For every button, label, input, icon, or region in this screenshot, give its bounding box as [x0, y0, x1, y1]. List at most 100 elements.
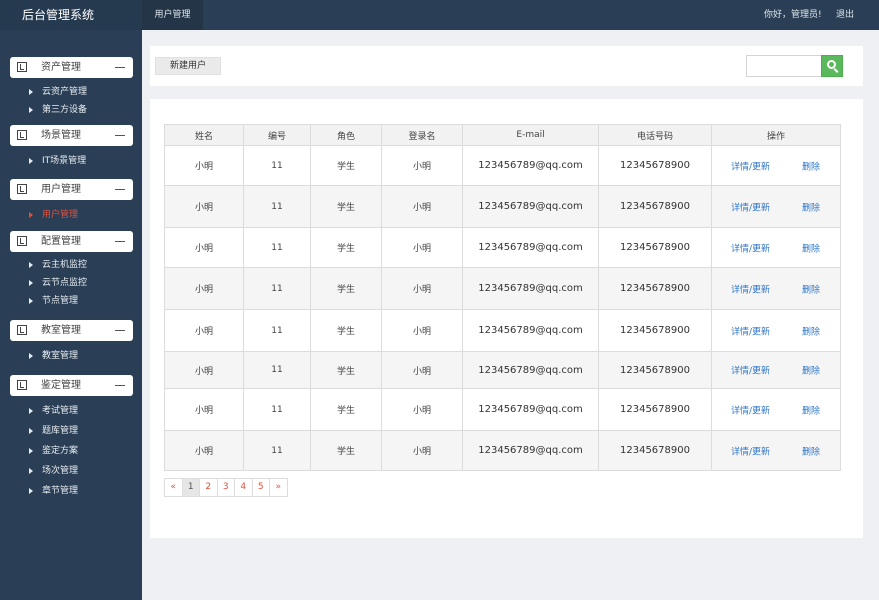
cell-phone: 12345678900	[598, 185, 712, 228]
delete-link[interactable]: 删除	[802, 282, 820, 295]
menu-group-icon	[17, 184, 27, 194]
collapse-icon[interactable]	[115, 135, 125, 136]
sidebar-group-5[interactable]: 鉴定管理	[10, 375, 133, 396]
collapse-icon[interactable]	[115, 241, 125, 242]
sidebar-group-0[interactable]: 资产管理	[10, 57, 133, 78]
cell-name: 小明	[164, 185, 244, 228]
pagination: «1 2 3 4 5»	[164, 478, 288, 497]
edit-link[interactable]: 详情/更新	[731, 403, 770, 416]
table-panel: 姓名 编号 角色 登录名 E-mail 电话号码 操作 小明 11 学生 小明 123456789@…	[150, 99, 863, 538]
search-input[interactable]	[746, 55, 822, 77]
sidebar-item[interactable]: 云主机监控	[29, 257, 87, 273]
edit-link[interactable]: 详情/更新	[731, 282, 770, 295]
column-header: 编号	[243, 124, 311, 146]
cell-role: 学生	[310, 309, 382, 352]
logout-link[interactable]: 退出	[836, 0, 854, 30]
delete-link[interactable]: 删除	[802, 159, 820, 172]
delete-link[interactable]: 删除	[802, 241, 820, 254]
sidebar-group-label: 鉴定管理	[41, 380, 81, 391]
cell-login: 小明	[381, 388, 463, 431]
page-button[interactable]: 5	[251, 478, 270, 497]
sidebar-group-3[interactable]: 配置管理	[10, 231, 133, 252]
toolbar-panel: 新建用户	[150, 46, 863, 86]
cell-phone: 12345678900	[598, 430, 712, 471]
cell-email: 123456789@qq.com	[462, 351, 599, 389]
sidebar-item[interactable]: 考试管理	[29, 403, 78, 419]
sidebar-item[interactable]: 鉴定方案	[29, 443, 78, 459]
new-user-button[interactable]: 新建用户	[155, 57, 221, 75]
sidebar-item-label: 云主机监控	[42, 260, 88, 270]
sidebar-item[interactable]: 云节点监控	[29, 275, 87, 291]
delete-link[interactable]: 删除	[802, 444, 820, 457]
prev-page-button[interactable]: «	[164, 478, 183, 497]
collapse-icon[interactable]	[115, 67, 125, 68]
cell-login: 小明	[381, 351, 463, 389]
sidebar-group-1[interactable]: 场景管理	[10, 125, 133, 146]
cell-login: 小明	[381, 145, 463, 186]
sidebar-item[interactable]: 题库管理	[29, 423, 78, 439]
edit-link[interactable]: 详情/更新	[731, 241, 770, 254]
delete-link[interactable]: 删除	[802, 364, 820, 377]
sidebar-item[interactable]: 场次管理	[29, 463, 78, 479]
table-header-row: 姓名 编号 角色 登录名 E-mail 电话号码 操作	[164, 124, 841, 146]
sidebar-item[interactable]: 章节管理	[29, 483, 78, 499]
search-button[interactable]	[821, 55, 843, 77]
page-button[interactable]: 2	[199, 478, 218, 497]
column-header: E-mail	[462, 124, 599, 146]
cell-name: 小明	[164, 309, 244, 352]
sidebar-item[interactable]: 第三方设备	[29, 102, 87, 118]
sidebar-group-2[interactable]: 用户管理	[10, 179, 133, 200]
edit-link[interactable]: 详情/更新	[731, 200, 770, 213]
app-title: 后台管理系统	[0, 0, 142, 30]
cell-id: 11	[243, 267, 311, 310]
cell-actions: 详情/更新 删除	[711, 351, 841, 389]
cell-phone: 12345678900	[598, 351, 712, 389]
edit-link[interactable]: 详情/更新	[731, 159, 770, 172]
table-row: 小明 11 学生 小明 123456789@qq.com 12345678900 详情/更新…	[164, 388, 841, 431]
cell-actions: 详情/更新 删除	[711, 267, 841, 310]
sidebar-group-label: 用户管理	[41, 184, 81, 195]
sidebar-group-label: 场景管理	[41, 130, 81, 141]
sidebar-item-label: 场次管理	[42, 466, 79, 476]
table-row: 小明 11 学生 小明 123456789@qq.com 12345678900 详情/更新…	[164, 351, 841, 389]
sidebar-item-label: 用户管理	[42, 210, 79, 220]
tab-user-management[interactable]: 用户管理	[142, 0, 203, 30]
sidebar-item[interactable]: 用户管理	[29, 207, 78, 223]
sidebar-item[interactable]: 节点管理	[29, 293, 78, 309]
sidebar-item-label: 云资产管理	[42, 87, 88, 97]
sidebar-item[interactable]: IT场景管理	[29, 153, 86, 169]
menu-group-icon	[17, 236, 27, 246]
delete-link[interactable]: 删除	[802, 200, 820, 213]
delete-link[interactable]: 删除	[802, 324, 820, 337]
collapse-icon[interactable]	[115, 189, 125, 190]
page-button[interactable]: 3	[216, 478, 235, 497]
edit-link[interactable]: 详情/更新	[731, 364, 770, 377]
greeting-text: 你好，管理员!	[764, 10, 822, 20]
collapse-icon[interactable]	[115, 330, 125, 331]
cell-role: 学生	[310, 430, 382, 471]
edit-link[interactable]: 详情/更新	[731, 324, 770, 337]
cell-name: 小明	[164, 351, 244, 389]
sidebar-item-label: IT场景管理	[42, 156, 87, 166]
table-row: 小明 11 学生 小明 123456789@qq.com 12345678900 详情/更新…	[164, 430, 841, 471]
cell-id: 11	[243, 309, 311, 352]
cell-id: 11	[243, 145, 311, 186]
edit-link[interactable]: 详情/更新	[731, 444, 770, 457]
table-row: 小明 11 学生 小明 123456789@qq.com 12345678900 详情/更新…	[164, 309, 841, 352]
cell-name: 小明	[164, 227, 244, 268]
delete-link[interactable]: 删除	[802, 403, 820, 416]
page-button[interactable]: 4	[234, 478, 253, 497]
cell-phone: 12345678900	[598, 267, 712, 310]
sidebar: 资产管理 云资产管理 第三方设备 场景管理 IT场景管理 用户管理 用户管理 配置管理 云主机监…	[0, 30, 142, 600]
cell-phone: 12345678900	[598, 309, 712, 352]
page-button[interactable]: 1	[181, 478, 200, 497]
collapse-icon[interactable]	[115, 385, 125, 386]
sidebar-item[interactable]: 云资产管理	[29, 84, 87, 100]
cell-email: 123456789@qq.com	[462, 145, 599, 186]
menu-group-icon	[17, 380, 27, 390]
sidebar-item-label: 节点管理	[42, 296, 79, 306]
sidebar-group-4[interactable]: 教室管理	[10, 320, 133, 341]
cell-id: 11	[243, 227, 311, 268]
sidebar-item[interactable]: 教室管理	[29, 348, 78, 364]
next-page-button[interactable]: »	[269, 478, 288, 497]
